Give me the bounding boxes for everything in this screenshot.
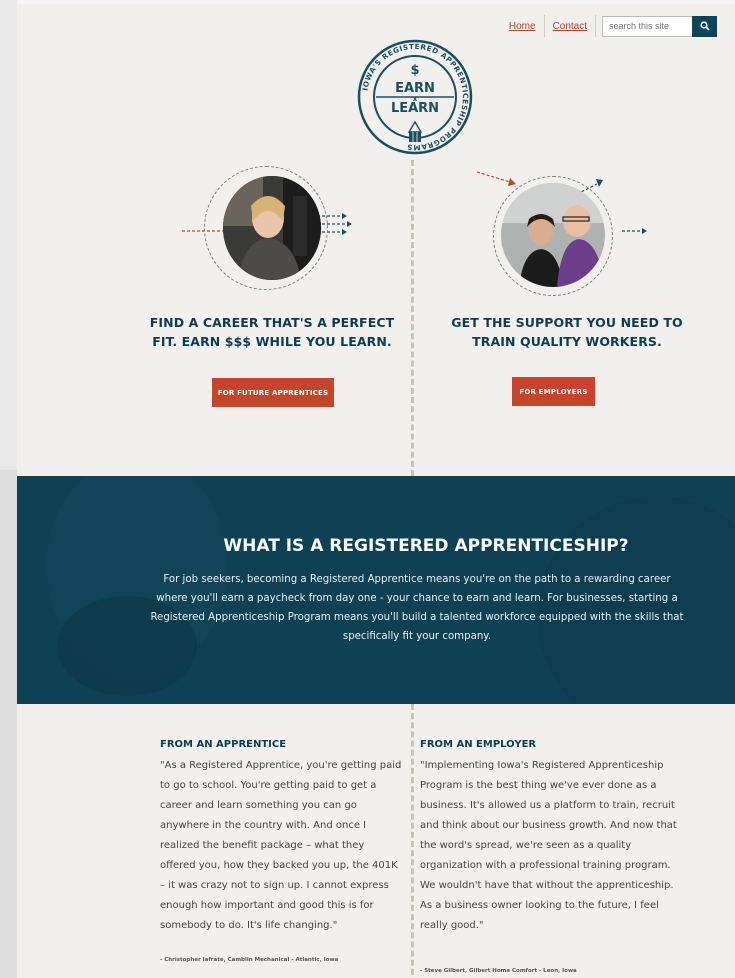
apprentice-testimonial-heading: FROM AN APPRENTICE	[160, 739, 287, 750]
dollar-icon: $	[410, 63, 419, 78]
apprentice-testimonial-quote: "As a Registered Apprentice, you're gett…	[160, 760, 402, 931]
search-input[interactable]	[602, 15, 692, 37]
testimonial-divider	[411, 704, 414, 978]
apprentice-testimonial-cite: - Christopher Iafrate, Camblin Mechanica…	[160, 957, 339, 963]
banner-title: WHAT IS A REGISTERED APPRENTICESHIP?	[223, 536, 629, 556]
search-icon	[699, 21, 710, 31]
search-button[interactable]	[692, 15, 717, 37]
info-banner: WHAT IS A REGISTERED APPRENTICESHIP? For…	[17, 476, 735, 704]
search-form	[602, 15, 717, 37]
employer-testimonial-quote: "Implementing Iowa's Registered Apprenti…	[420, 760, 677, 931]
left-headline: FIND A CAREER THAT'S A PERFECT FIT. EARN…	[149, 315, 395, 349]
apprentice-photo	[223, 176, 321, 280]
nav-home-link[interactable]: Home	[501, 21, 544, 32]
employer-testimonial-cite: - Steve Gilbert, Gilbert Home Comfort - …	[420, 968, 577, 974]
future-apprentices-button[interactable]: FOR FUTURE APPRENTICES	[212, 378, 334, 407]
earn-learn-logo[interactable]: IOWA'S REGISTERED APPRENTICESHIP PROGRAM…	[356, 38, 474, 156]
page: Home Contact IOWA'S REGISTERED APPRENTIC…	[17, 4, 735, 978]
employer-testimonial-heading: FROM AN EMPLOYER	[420, 739, 537, 750]
right-headline: GET THE SUPPORT YOU NEED TO TRAIN QUALIT…	[451, 315, 683, 349]
center-divider	[411, 160, 414, 476]
logo-learn: LEARN	[391, 101, 439, 116]
employers-button[interactable]: FOR EMPLOYERS	[512, 377, 595, 406]
employer-photo	[501, 183, 605, 287]
nav-divider	[595, 15, 596, 37]
banner-body: For job seekers, becoming a Registered A…	[150, 574, 684, 642]
logo-earn: EARN	[395, 81, 435, 96]
nav-contact-link[interactable]: Contact	[545, 21, 595, 32]
top-nav: Home Contact	[501, 14, 717, 38]
